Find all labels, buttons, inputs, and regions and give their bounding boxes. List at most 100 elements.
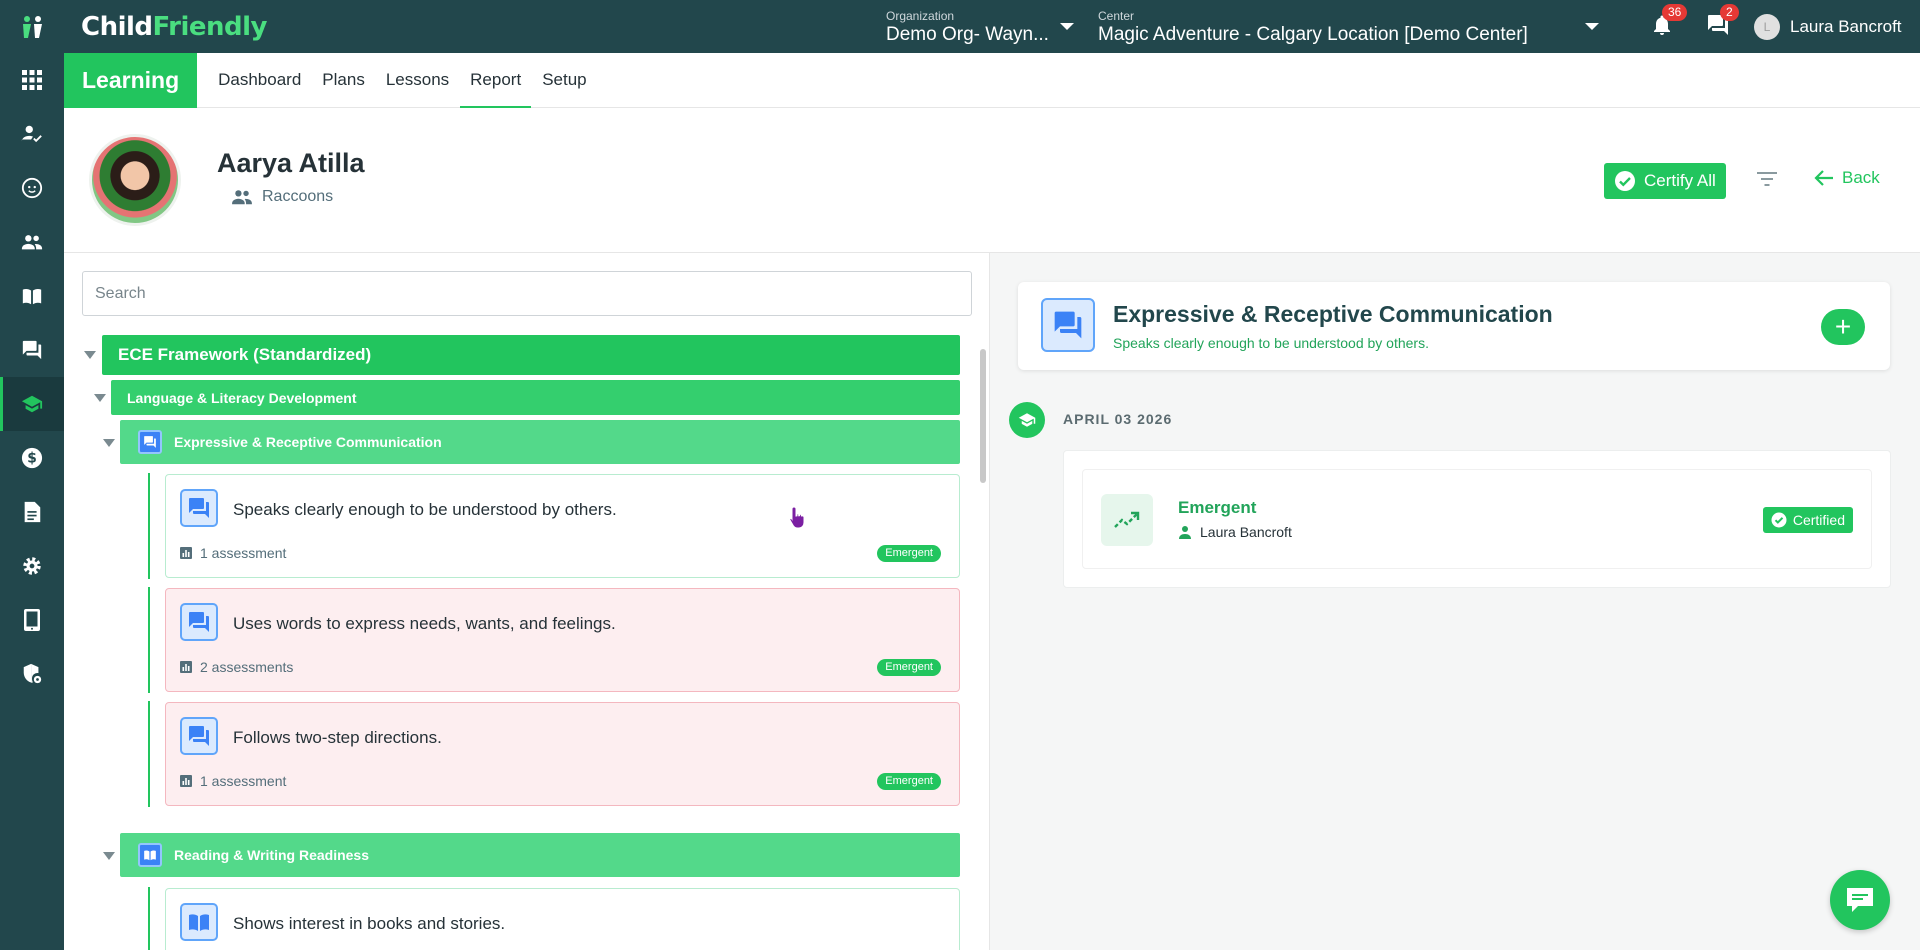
document-icon <box>24 501 41 523</box>
domain-label: Language & Literacy Development <box>127 389 357 406</box>
indicator-card[interactable]: Uses words to express needs, wants, and … <box>148 587 960 693</box>
learning-cap-icon <box>21 395 43 413</box>
organization-value: Demo Org- Wayn... <box>886 24 1049 45</box>
tree-connector <box>148 701 150 807</box>
user-name: Laura Bancroft <box>1790 17 1902 36</box>
indicator-title: Follows two-step directions. <box>233 728 442 747</box>
assessment-count: 1 assessment <box>180 773 286 789</box>
tab-plans[interactable]: Plans <box>322 53 365 108</box>
indicator-card[interactable]: Speaks clearly enough to be understood b… <box>148 473 960 579</box>
tab-setup[interactable]: Setup <box>542 53 586 108</box>
nav-learning[interactable] <box>0 377 64 431</box>
people-icon <box>21 235 43 250</box>
tree-scrollbar-thumb[interactable] <box>980 349 986 483</box>
tree-connector <box>148 587 150 693</box>
user-menu[interactable]: L Laura Bancroft <box>1754 14 1902 40</box>
module-title[interactable]: Learning <box>64 52 198 108</box>
level-badge: Emergent <box>877 773 941 790</box>
nav-settings[interactable] <box>0 539 64 593</box>
apps-icon <box>22 70 42 90</box>
top-bar: ChildFriendly Organization Demo Org- Way… <box>0 0 1920 53</box>
indicator-card[interactable]: Follows two-step directions. 1 assessmen… <box>148 701 960 807</box>
assessment-count: 2 assessments <box>180 659 293 675</box>
check-circle-icon <box>1615 171 1635 191</box>
arrow-left-icon <box>1814 170 1833 186</box>
tab-dashboard[interactable]: Dashboard <box>218 53 301 108</box>
chat-bubbles-icon <box>1041 298 1095 352</box>
check-in-icon <box>21 125 42 143</box>
messages-badge: 2 <box>1720 4 1739 21</box>
chat-bubbles-icon <box>180 717 218 755</box>
level-badge: Emergent <box>877 545 941 562</box>
nav-apps[interactable] <box>0 53 64 107</box>
chevron-down-icon[interactable] <box>1060 23 1074 30</box>
domain-row[interactable]: Language & Literacy Development <box>111 380 960 415</box>
collapse-triangle-icon[interactable] <box>103 439 115 447</box>
assessment-level: Emergent <box>1178 498 1257 517</box>
selected-indicator-text: Speaks clearly enough to be understood b… <box>1113 335 1429 351</box>
assessment-entry: Emergent Laura Bancroft Certified <box>1063 450 1891 588</box>
chat-bubbles-icon <box>180 489 218 527</box>
brand-logo[interactable]: ChildFriendly <box>81 12 267 42</box>
search-input[interactable] <box>82 271 972 316</box>
nav-security[interactable] <box>0 647 64 701</box>
messages-icon[interactable]: 2 <box>1706 4 1739 39</box>
organization-selector[interactable]: Organization Demo Org- Wayn... <box>886 9 1076 47</box>
nav-library[interactable] <box>0 269 64 323</box>
notifications-bell-icon[interactable]: 36 <box>1650 4 1688 39</box>
collapse-triangle-icon[interactable] <box>84 351 96 359</box>
collapse-triangle-icon[interactable] <box>103 852 115 860</box>
svg-text:$: $ <box>27 451 37 467</box>
nav-people[interactable] <box>0 215 64 269</box>
person-icon <box>1179 526 1191 539</box>
certify-all-label: Certify All <box>1644 171 1716 190</box>
filter-icon[interactable] <box>1756 170 1778 193</box>
indicator-title: Uses words to express needs, wants, and … <box>233 614 616 633</box>
tree-connector <box>148 473 150 579</box>
billing-dollar-icon: $ <box>21 447 43 469</box>
assessment-count: 1 assessment <box>180 545 286 561</box>
tree-connector <box>148 887 150 950</box>
nav-tablet[interactable] <box>0 593 64 647</box>
child-avatar <box>89 134 181 226</box>
nav-documents[interactable] <box>0 485 64 539</box>
certify-all-button[interactable]: Certify All <box>1604 163 1726 199</box>
tab-report[interactable]: Report <box>460 53 532 108</box>
add-assessment-button[interactable]: + <box>1821 309 1865 345</box>
avatar: L <box>1754 14 1780 40</box>
certified-badge: Certified <box>1762 507 1853 533</box>
nav-children[interactable] <box>0 161 64 215</box>
settings-gear-icon <box>23 557 41 575</box>
skills-tree-panel: ECE Framework (Standardized) Language & … <box>64 253 990 950</box>
assessment-author: Laura Bancroft <box>1178 524 1292 540</box>
indicator-card[interactable]: Shows interest in books and stories. <box>148 887 960 950</box>
nav-check-in[interactable] <box>0 107 64 161</box>
skills-tree: ECE Framework (Standardized) Language & … <box>82 335 960 950</box>
bar-chart-icon <box>180 547 192 559</box>
childfriendly-logo-icon[interactable] <box>0 0 64 53</box>
security-icon <box>23 663 42 684</box>
collapse-triangle-icon[interactable] <box>94 394 106 402</box>
nav-messages[interactable] <box>0 323 64 377</box>
assessment-entry-card[interactable]: Emergent Laura Bancroft Certified <box>1082 469 1872 569</box>
framework-label: ECE Framework (Standardized) <box>118 345 372 364</box>
open-book-icon <box>138 843 162 867</box>
skill-row-reading[interactable]: Reading & Writing Readiness <box>120 833 960 877</box>
open-book-icon <box>180 903 218 941</box>
bar-chart-icon <box>180 775 192 787</box>
book-icon <box>22 288 42 305</box>
skill-row-expressive[interactable]: Expressive & Receptive Communication <box>120 420 960 464</box>
center-selector[interactable]: Center Magic Adventure - Calgary Locatio… <box>1098 9 1608 47</box>
back-button[interactable]: Back <box>1814 168 1880 188</box>
hand-cursor-icon <box>788 505 808 534</box>
nav-billing[interactable]: $ <box>0 431 64 485</box>
tab-lessons[interactable]: Lessons <box>386 53 449 108</box>
level-badge: Emergent <box>877 659 941 676</box>
framework-row[interactable]: ECE Framework (Standardized) <box>102 335 960 375</box>
indicator-title: Speaks clearly enough to be understood b… <box>233 500 617 519</box>
child-face-icon <box>21 177 43 199</box>
support-chat-button[interactable] <box>1830 870 1890 930</box>
chevron-down-icon[interactable] <box>1585 23 1599 30</box>
side-navigation: $ <box>0 53 64 950</box>
back-label: Back <box>1842 168 1880 187</box>
